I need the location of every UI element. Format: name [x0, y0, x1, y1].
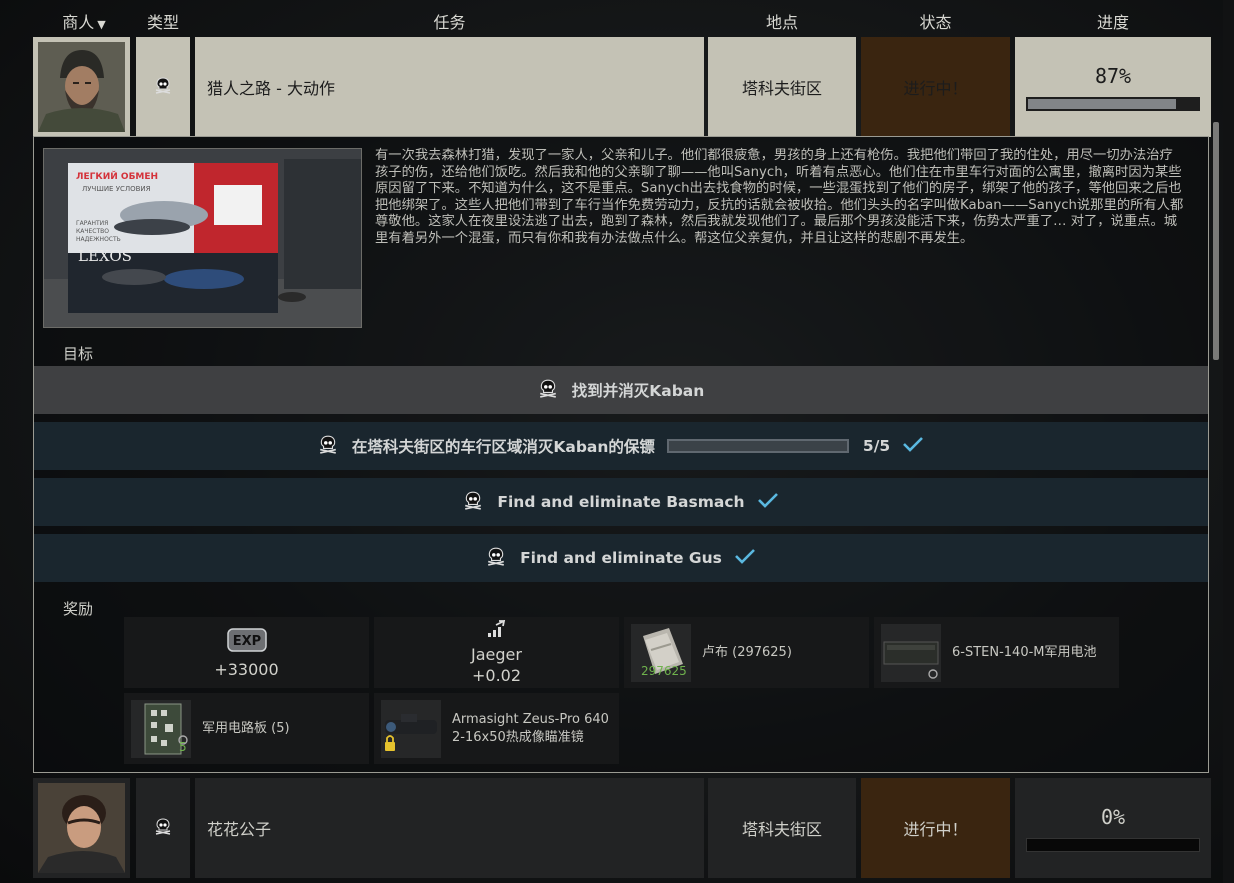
- header-location[interactable]: 地点: [708, 9, 856, 33]
- objective-progress-fill: [668, 441, 847, 451]
- circuit-board-icon: 5: [131, 700, 191, 758]
- reward-item-battery-name: 6-STEN-140-M军用电池: [952, 644, 1097, 660]
- scrollbar-thumb[interactable]: [1213, 122, 1219, 360]
- circuit-count: 5: [179, 740, 187, 754]
- sign-title: ЛЕГКИЙ ОБМЕН: [76, 170, 158, 182]
- check-icon: [734, 548, 756, 568]
- reward-trader-name: Jaeger: [471, 645, 522, 664]
- right-frame: [1223, 0, 1234, 883]
- reward-item-scope-name: Armasight Zeus-Pro 640 2-16x50热成像瞄准镜: [452, 693, 609, 764]
- skull-icon: [463, 490, 483, 514]
- skull-icon: [486, 546, 506, 570]
- quest-name: 花花公子: [207, 820, 272, 839]
- skull-icon: [538, 378, 558, 402]
- reward-trader-value: +0.02: [471, 666, 522, 685]
- quest-status: 进行中！: [861, 778, 1010, 878]
- reward-trader-standing[interactable]: Jaeger +0.02: [374, 617, 619, 688]
- objective-text: Find and eliminate Gus: [520, 549, 722, 567]
- reward-item-roubles-name: 卢布 (297625): [702, 644, 792, 660]
- quest-name-cell: 猎人之路 - 大动作: [195, 37, 704, 137]
- objective-2: 在塔科夫街区的车行区域消灭Kaban的保镖 5/5: [34, 422, 1208, 470]
- quest-progress-percent: 0%: [1100, 805, 1126, 829]
- scope-name-line-1: Armasight Zeus-Pro 640: [452, 711, 609, 727]
- quest-description: 有一次我去森林打猎，发现了一家人，父亲和儿子。他们都很疲惫，男孩的身上还有枪伤。…: [375, 148, 1184, 246]
- quest-row-1[interactable]: 猎人之路 - 大动作 塔科夫街区 进行中！ 87%: [33, 37, 1211, 137]
- objective-text: 找到并消灭Kaban: [571, 382, 705, 400]
- objective-3: Find and eliminate Basmach: [34, 478, 1208, 526]
- quest-picture: ЛЕГКИЙ ОБМЕН ЛУЧШИЕ УСЛОВИЯ ГАРАНТИЯ КАЧ…: [43, 148, 362, 328]
- sign-line-3: НАДЕЖНОСТЬ: [76, 236, 121, 243]
- header-trader[interactable]: 商人 ▼: [57, 9, 111, 33]
- quest-table-header: 商人 ▼ 类型 任务 地点 状态 进度: [0, 0, 1234, 36]
- sign-subtitle: ЛУЧШИЕ УСЛОВИЯ: [82, 185, 151, 193]
- check-icon: [757, 492, 779, 512]
- header-task[interactable]: 任务: [195, 9, 704, 33]
- reward-item-circuit[interactable]: 5 军用电路板 (5): [124, 693, 369, 764]
- reward-exp-value: +33000: [214, 660, 279, 679]
- quest-status: 进行中！: [861, 37, 1010, 137]
- sign-line-1: ГАРАНТИЯ: [76, 220, 108, 227]
- quest-name: 猎人之路 - 大动作: [207, 79, 335, 98]
- exp-badge-text: EXP: [232, 634, 260, 649]
- objective-1: 找到并消灭Kaban: [34, 366, 1208, 414]
- quest-detail-panel: ЛЕГКИЙ ОБМЕН ЛУЧШИЕ УСЛОВИЯ ГАРАНТИЯ КАЧ…: [33, 136, 1209, 773]
- quest-name-cell: 花花公子: [195, 778, 704, 878]
- sign-brand: LEXOS: [78, 247, 132, 265]
- battery-icon: [881, 624, 941, 682]
- quest-type-cell: [136, 37, 190, 137]
- objective-4: Find and eliminate Gus: [34, 534, 1208, 582]
- scope-name-line-2: 2-16x50热成像瞄准镜: [452, 729, 584, 745]
- sign-line-2: КАЧЕСТВО: [76, 228, 109, 235]
- quest-progress-cell: 87%: [1015, 37, 1211, 137]
- header-trader-label: 商人: [62, 13, 95, 32]
- check-icon: [902, 436, 924, 456]
- quest-location: 塔科夫街区: [708, 37, 856, 137]
- reward-item-circuit-name: 军用电路板 (5): [202, 720, 290, 736]
- header-progress[interactable]: 进度: [1015, 9, 1211, 33]
- reward-item-roubles[interactable]: 297625 卢布 (297625): [624, 617, 869, 688]
- reward-item-battery[interactable]: 6-STEN-140-M军用电池: [874, 617, 1119, 688]
- quest-progress-cell: 0%: [1015, 778, 1211, 878]
- trader-avatar-peacekeeper: [33, 778, 130, 878]
- objective-count: 5/5: [862, 437, 891, 455]
- objectives-label: 目标: [63, 345, 94, 363]
- skull-icon: [154, 817, 172, 839]
- reward-exp[interactable]: EXP +33000: [124, 617, 369, 688]
- quest-progress-bar: [1026, 97, 1200, 111]
- objective-text: Find and eliminate Basmach: [497, 493, 745, 511]
- reward-item-scope[interactable]: Armasight Zeus-Pro 640 2-16x50热成像瞄准镜: [374, 693, 619, 764]
- roubles-count: 297625: [641, 664, 687, 678]
- header-type[interactable]: 类型: [136, 9, 190, 33]
- quest-row-2[interactable]: 花花公子 塔科夫街区 进行中！ 0%: [33, 778, 1211, 878]
- quest-progress-percent: 87%: [1094, 64, 1132, 88]
- roubles-icon: 297625: [631, 624, 691, 682]
- quest-location: 塔科夫街区: [708, 778, 856, 878]
- quest-type-cell: [136, 778, 190, 878]
- quest-progress-bar: [1026, 838, 1200, 852]
- thermal-scope-icon: [381, 700, 441, 758]
- rewards-label: 奖励: [63, 600, 94, 618]
- standing-up-icon: [487, 619, 507, 642]
- skull-icon: [154, 76, 172, 98]
- objective-text: 在塔科夫街区的车行区域消灭Kaban的保镖: [351, 438, 655, 456]
- trader-avatar-jaeger: [33, 37, 130, 137]
- quest-progress-fill: [1028, 99, 1176, 109]
- objective-progress-bar: [666, 439, 849, 453]
- header-status[interactable]: 状态: [861, 9, 1010, 33]
- exp-icon: EXP: [226, 628, 267, 656]
- chevron-down-icon: ▼: [97, 18, 106, 31]
- skull-icon: [318, 434, 338, 458]
